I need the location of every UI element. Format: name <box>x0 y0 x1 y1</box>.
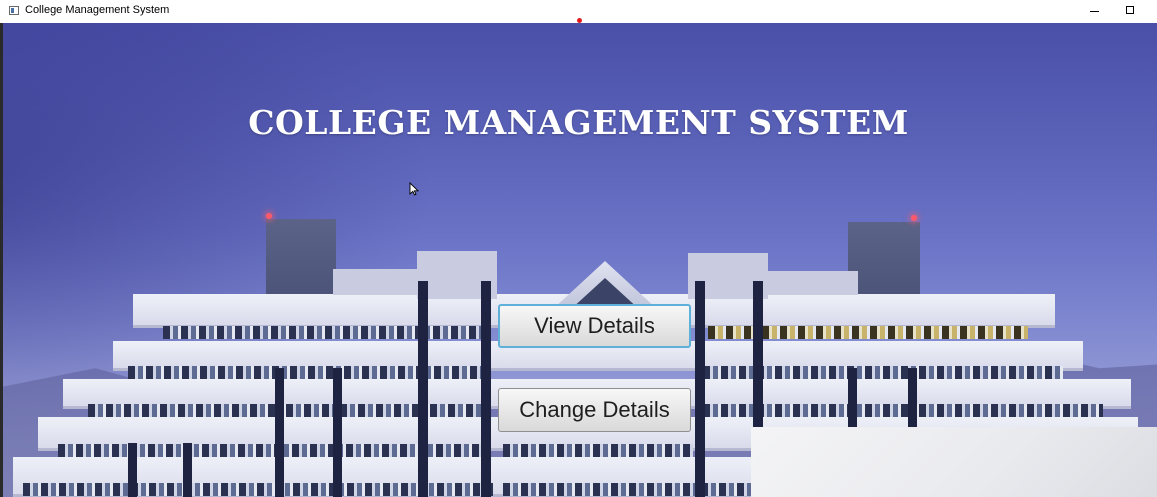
window-row <box>128 366 488 379</box>
change-details-button[interactable]: Change Details <box>498 388 691 432</box>
facade-pillar <box>481 281 491 497</box>
facade-pillar <box>333 368 342 497</box>
right-upper-wing <box>768 271 858 295</box>
window-row <box>503 444 693 457</box>
facade-pillar <box>128 443 137 497</box>
minimize-icon[interactable] <box>1076 0 1112 23</box>
window-row <box>163 326 483 339</box>
maximize-icon[interactable] <box>1112 0 1148 23</box>
window-row <box>88 404 488 417</box>
facade-pillar <box>695 281 705 497</box>
window-title: College Management System <box>25 4 170 16</box>
left-rooftop-tower <box>266 219 336 299</box>
app-window-icon <box>9 6 19 15</box>
page-title: COLLEGE MANAGEMENT SYSTEM <box>248 103 909 142</box>
facade-pillar <box>183 443 192 497</box>
facade-pillar <box>418 281 428 497</box>
window-row <box>703 404 1103 417</box>
left-tower-light <box>266 213 272 219</box>
right-rooftop-tower <box>848 222 920 300</box>
left-upper-wing <box>333 269 423 295</box>
view-details-button[interactable]: View Details <box>498 304 691 348</box>
window-row <box>503 483 753 496</box>
facade-pillar <box>275 368 284 497</box>
right-tower-light <box>911 215 917 221</box>
overlapping-window-fragment <box>751 427 1157 497</box>
